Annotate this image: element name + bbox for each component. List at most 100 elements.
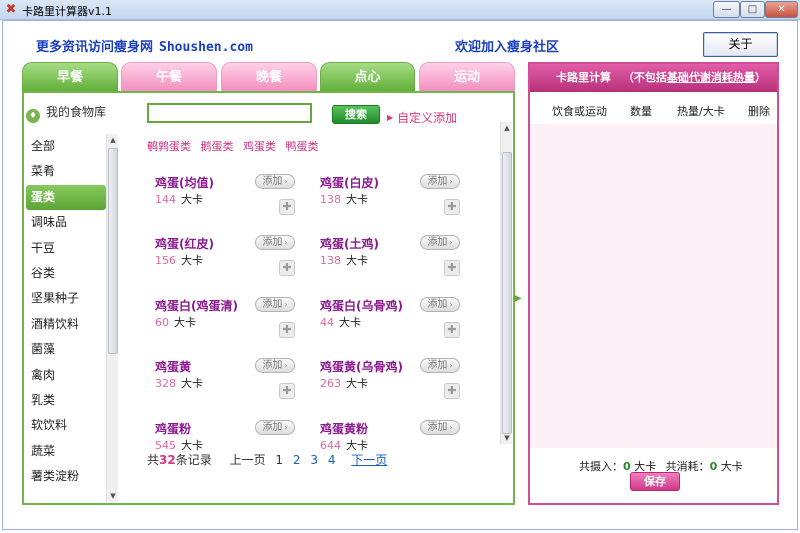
tab-lunch[interactable]: 午餐 xyxy=(121,62,217,92)
food-calories: 138 大卡 xyxy=(320,252,368,268)
category-item-nuts-seeds[interactable]: 坚果种子 xyxy=(26,286,106,311)
add-food-button[interactable]: 添加 › xyxy=(420,174,460,189)
category-item-alcohol[interactable]: 酒精饮料 xyxy=(26,312,106,337)
window-title: 卡路里计算器v1.1 xyxy=(22,5,113,18)
add-to-library-icon[interactable]: ✚ xyxy=(444,322,460,338)
add-food-button[interactable]: 添加 › xyxy=(255,358,295,373)
scroll-up-icon[interactable]: ▲ xyxy=(107,134,119,146)
promo-link-shoushen[interactable]: 更多资讯访问瘦身网 Shoushen.com xyxy=(36,36,253,55)
category-item-vegetables[interactable]: 蔬菜 xyxy=(26,439,106,464)
add-to-library-icon[interactable]: ✚ xyxy=(444,260,460,276)
calc-entry-list[interactable] xyxy=(530,124,777,448)
chevron-right-icon: › xyxy=(284,423,288,432)
food-scroll-thumb[interactable] xyxy=(502,152,512,434)
add-food-label: 添加 xyxy=(427,176,448,187)
maximize-button[interactable]: □ xyxy=(740,1,765,18)
minimize-button[interactable]: — xyxy=(713,1,740,18)
food-calories: 156 大卡 xyxy=(155,252,203,268)
page-2-link[interactable]: 2 xyxy=(293,453,301,467)
add-to-library-icon[interactable]: ✚ xyxy=(444,383,460,399)
food-name[interactable]: 鸡蛋(均值) xyxy=(155,174,214,191)
calorie-calc-header: 卡路里计算 （不包括基础代谢消耗热量） xyxy=(530,64,777,92)
food-name[interactable]: 鸡蛋粉 xyxy=(155,420,191,437)
food-calories: 44 大卡 xyxy=(320,314,361,330)
food-calorie-value: 328 xyxy=(155,377,176,390)
tab-snack[interactable]: 点心 xyxy=(320,62,415,92)
category-item-grains[interactable]: 谷类 xyxy=(26,261,106,286)
add-food-button[interactable]: 添加 › xyxy=(255,235,295,250)
category-item-poultry[interactable]: 禽肉 xyxy=(26,363,106,388)
add-to-library-icon[interactable]: ✚ xyxy=(444,199,460,215)
food-item: 鸡蛋(红皮) 156 大卡 添加 › ✚ xyxy=(155,235,305,293)
add-food-button[interactable]: 添加 › xyxy=(420,235,460,250)
category-item-fungi-algae[interactable]: 菌藻 xyxy=(26,337,106,362)
subcategory-goose-egg[interactable]: 鹅蛋类 xyxy=(201,140,234,153)
add-food-button[interactable]: 添加 › xyxy=(255,420,295,435)
food-name[interactable]: 鸡蛋黄(乌骨鸡) xyxy=(320,358,403,375)
food-name[interactable]: 鸡蛋黄 xyxy=(155,358,191,375)
category-item-condiments[interactable]: 调味品 xyxy=(26,210,106,235)
category-item-dried-beans[interactable]: 干豆 xyxy=(26,236,106,261)
add-food-button[interactable]: 添加 › xyxy=(255,174,295,189)
category-item-dairy[interactable]: 乳类 xyxy=(26,388,106,413)
category-scrollbar[interactable]: ▲ ▼ xyxy=(106,134,118,502)
search-input[interactable] xyxy=(147,103,312,123)
prev-page-link[interactable]: 上一页 xyxy=(230,453,266,467)
chevron-right-icon: › xyxy=(284,361,288,370)
food-list-scrollbar[interactable]: ▲ ▼ xyxy=(500,122,512,444)
add-to-library-icon[interactable]: ✚ xyxy=(279,383,295,399)
custom-add-link[interactable]: ▶ 自定义添加 xyxy=(387,109,457,126)
next-page-link[interactable]: 下一页 xyxy=(351,453,387,467)
scroll-down-icon[interactable]: ▼ xyxy=(501,432,513,444)
search-button[interactable]: 搜索 xyxy=(332,105,380,124)
category-item-soft-drinks[interactable]: 软饮料 xyxy=(26,413,106,438)
food-name[interactable]: 鸡蛋白(鸡蛋清) xyxy=(155,297,238,314)
add-food-button[interactable]: 添加 › xyxy=(420,297,460,312)
tab-breakfast[interactable]: 早餐 xyxy=(22,62,118,92)
scroll-up-icon[interactable]: ▲ xyxy=(501,122,513,134)
page-4-link[interactable]: 4 xyxy=(328,453,336,467)
calc-note-prefix: （不包括 xyxy=(622,71,667,84)
add-to-library-icon[interactable]: ✚ xyxy=(279,260,295,276)
add-food-button[interactable]: 添加 › xyxy=(420,358,460,373)
calorie-calc-title: 卡路里计算 xyxy=(556,71,611,84)
page-3-link[interactable]: 3 xyxy=(310,453,318,467)
subcategory-duck-egg[interactable]: 鸭蛋类 xyxy=(286,140,319,153)
add-to-library-icon[interactable]: ✚ xyxy=(279,199,295,215)
food-item: 鸡蛋白(鸡蛋清) 60 大卡 添加 › ✚ xyxy=(155,297,305,355)
close-button[interactable]: ✕ xyxy=(765,1,798,18)
food-item: 鸡蛋黄粉 644 大卡 添加 › xyxy=(320,420,470,478)
page-1-link[interactable]: 1 xyxy=(275,453,283,467)
food-calorie-value: 263 xyxy=(320,377,341,390)
tab-dinner[interactable]: 晚餐 xyxy=(221,62,317,92)
category-item-tubers-starch[interactable]: 薯类淀粉 xyxy=(26,464,106,489)
promo-link-community[interactable]: 欢迎加入瘦身社区 xyxy=(455,36,559,55)
save-button[interactable]: 保存 xyxy=(630,472,680,491)
food-name[interactable]: 鸡蛋(红皮) xyxy=(155,235,214,252)
panel-toggle-arrow-icon[interactable]: ▶ xyxy=(514,293,522,304)
category-item-eggs[interactable]: 蛋类 xyxy=(26,184,106,211)
food-name[interactable]: 鸡蛋黄粉 xyxy=(320,420,368,437)
food-name[interactable]: 鸡蛋白(乌骨鸡) xyxy=(320,297,403,314)
category-scroll-thumb[interactable] xyxy=(108,148,118,354)
scroll-down-icon[interactable]: ▼ xyxy=(107,490,119,502)
add-food-button[interactable]: 添加 › xyxy=(255,297,295,312)
category-item-all[interactable]: 全部 xyxy=(26,134,106,159)
record-count: 32 xyxy=(159,453,176,467)
food-name[interactable]: 鸡蛋(土鸡) xyxy=(320,235,379,252)
my-food-library[interactable]: ♦ 我的食物库 xyxy=(26,103,106,123)
record-count-prefix: 共 xyxy=(147,453,160,467)
add-food-button[interactable]: 添加 › xyxy=(420,420,460,435)
subcategory-chicken-egg[interactable]: 鸡蛋类 xyxy=(243,140,276,153)
basal-metabolism-link[interactable]: 基础代谢消耗热量 xyxy=(667,71,755,84)
add-food-label: 添加 xyxy=(427,299,448,310)
about-button[interactable]: 关于 xyxy=(703,32,778,57)
subcategory-quail-egg[interactable]: 鹌鹑蛋类 xyxy=(147,140,191,153)
tab-exercise[interactable]: 运动 xyxy=(419,62,515,92)
food-name[interactable]: 鸡蛋(白皮) xyxy=(320,174,379,191)
col-delete: 删除 xyxy=(748,105,770,118)
intake-label: 共摄入： xyxy=(579,460,623,473)
intake-value: 0 xyxy=(623,460,631,473)
category-item-dishes[interactable]: 菜肴 xyxy=(26,159,106,184)
add-to-library-icon[interactable]: ✚ xyxy=(279,322,295,338)
